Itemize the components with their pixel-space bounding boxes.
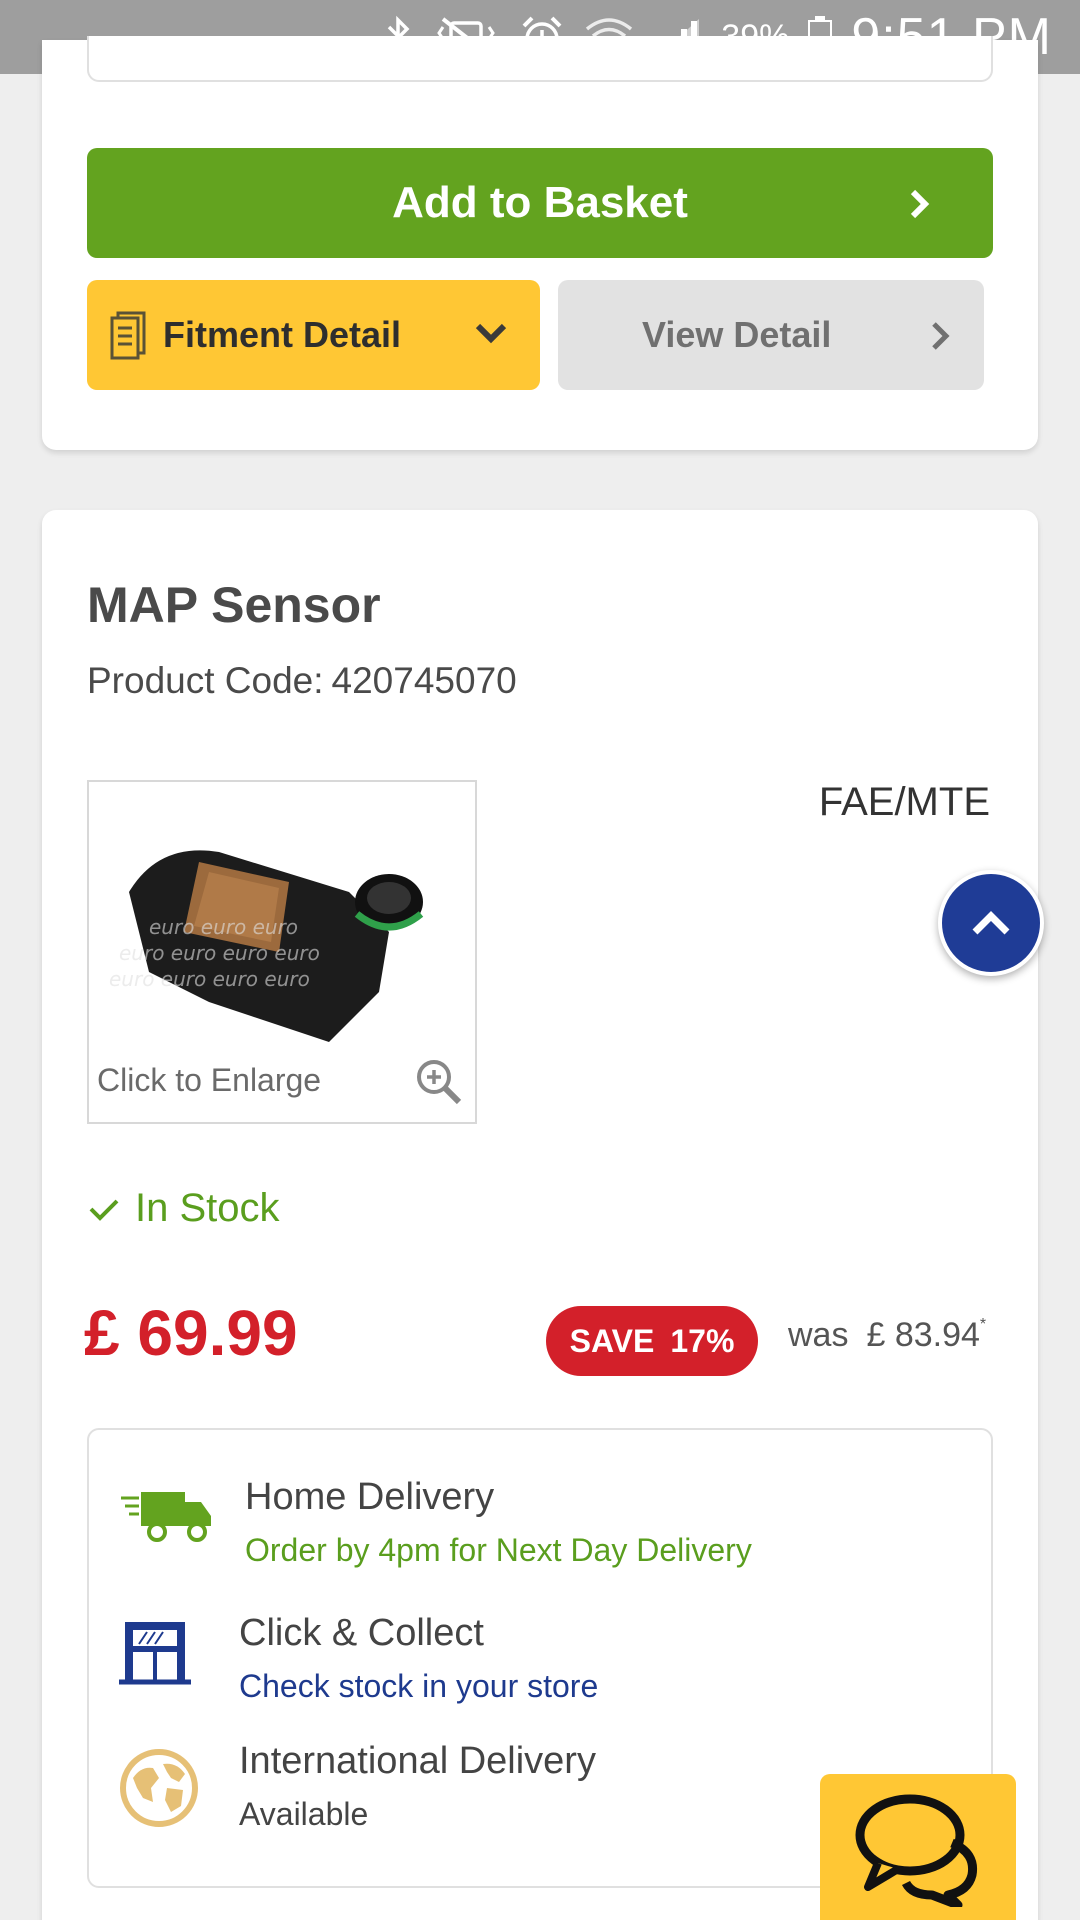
was-price-value: £ 83.94 [866, 1316, 980, 1354]
check-stock-link[interactable]: Check stock in your store [239, 1668, 598, 1705]
click-collect-title: Click & Collect [239, 1612, 484, 1654]
product-image[interactable]: euro euro euro euro euro euro euro euro … [87, 780, 477, 1124]
document-icon [110, 311, 146, 360]
price: £ 69.99 [84, 1297, 298, 1369]
check-icon [89, 1199, 119, 1221]
chevron-right-icon [932, 322, 950, 350]
home-delivery-note: Order by 4pm for Next Day Delivery [245, 1532, 752, 1568]
quantity-select-edge[interactable] [87, 36, 993, 82]
product-title: MAP Sensor [87, 577, 381, 633]
home-delivery-title: Home Delivery [245, 1476, 495, 1518]
was-price: was £ 83.94* [788, 1316, 986, 1355]
click-to-enlarge-label: Click to Enlarge [97, 1062, 322, 1098]
svg-text:euro euro euro: euro euro euro [149, 915, 298, 939]
svg-text:euro euro euro euro: euro euro euro euro [109, 967, 310, 991]
chevron-down-icon [475, 323, 507, 344]
fitment-detail-label: Fitment Detail [163, 314, 402, 355]
international-delivery-title: International Delivery [239, 1740, 596, 1782]
zoom-in-icon[interactable] [413, 1056, 465, 1108]
product-code-value: 420745070 [331, 660, 517, 701]
live-chat-button[interactable] [820, 1774, 1016, 1920]
was-label: was [788, 1316, 849, 1354]
was-price-marker: * [979, 1316, 987, 1333]
product-card: MAP Sensor Product Code: 420745070 euro e… [42, 510, 1038, 1920]
map-sensor-photo: euro euro euro euro euro euro euro euro … [109, 850, 424, 1042]
save-percent: 17% [670, 1322, 735, 1359]
view-detail-button[interactable]: View Detail [558, 280, 984, 390]
store-icon [119, 1622, 191, 1685]
stock-label: In Stock [135, 1186, 280, 1230]
svg-text:euro euro euro euro: euro euro euro euro [119, 941, 320, 965]
globe-icon [120, 1749, 198, 1827]
brand-name: FAE/MTE [818, 780, 990, 824]
product-code-label: Product Code: [87, 660, 324, 701]
add-to-basket-button[interactable]: Add to Basket [87, 148, 993, 258]
chat-bubbles-icon [855, 1794, 978, 1907]
international-delivery-note: Available [239, 1796, 369, 1832]
scroll-to-top-button[interactable] [938, 870, 1044, 976]
fitment-detail-button[interactable]: Fitment Detail [87, 280, 540, 390]
save-label: SAVE [569, 1322, 655, 1359]
view-detail-label: View Detail [642, 314, 832, 355]
chevron-right-icon [910, 189, 930, 219]
purchase-actions-card: Add to Basket Fitment Detail View Detail [42, 36, 1038, 450]
chevron-up-icon [972, 911, 1010, 935]
product-code: Product Code: 420745070 [87, 660, 517, 702]
save-badge: SAVE 17% [546, 1306, 758, 1376]
stock-status: In Stock [87, 1186, 280, 1231]
add-to-basket-label: Add to Basket [392, 178, 688, 227]
delivery-truck-icon [121, 1492, 211, 1542]
